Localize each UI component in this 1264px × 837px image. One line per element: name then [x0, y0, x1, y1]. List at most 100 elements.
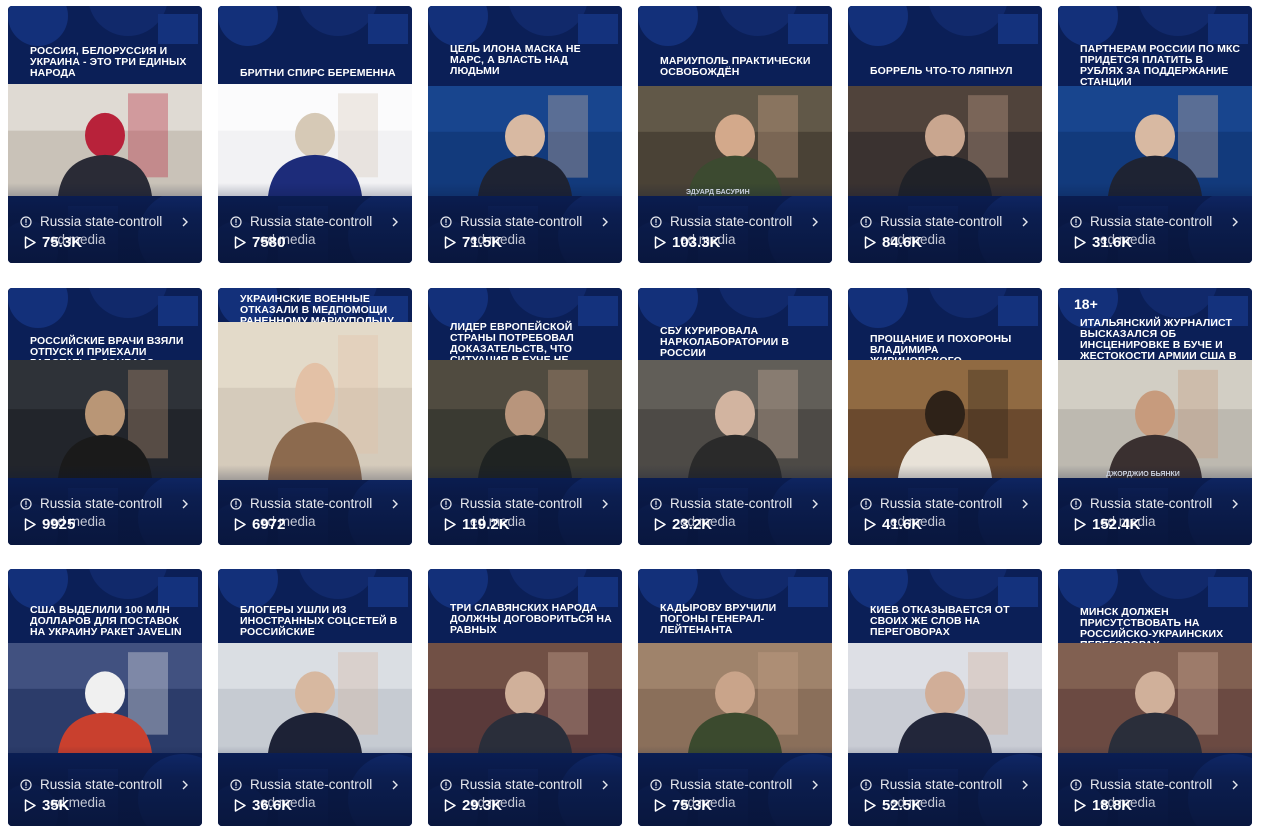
- play-icon: [1074, 799, 1086, 812]
- chevron-right-icon[interactable]: [1230, 497, 1240, 509]
- chevron-right-icon[interactable]: [390, 497, 400, 509]
- video-card[interactable]: МИНСК ДОЛЖЕН ПРИСУТСТВОВАТЬ НА РОССИЙСКО…: [1058, 569, 1252, 826]
- chevron-right-icon[interactable]: [810, 778, 820, 790]
- video-card[interactable]: БОРРЕЛЬ ЧТО-ТО ЛЯПНУЛ Russia state-contr…: [848, 6, 1042, 263]
- state-media-label[interactable]: Russia state-controll: [440, 775, 610, 793]
- info-circle-icon: [1070, 497, 1082, 510]
- video-card[interactable]: ЦЕЛЬ ИЛОНА МАСКА НЕ МАРС, А ВЛАСТЬ НАД Л…: [428, 6, 622, 263]
- view-count: 103.3K: [654, 234, 720, 251]
- chevron-right-icon[interactable]: [810, 215, 820, 227]
- chevron-right-icon[interactable]: [600, 497, 610, 509]
- state-media-label[interactable]: Russia state-controll: [860, 212, 1030, 230]
- video-card[interactable]: США ВЫДЕЛИЛИ 100 МЛН ДОЛЛАРОВ ДЛЯ ПОСТАВ…: [8, 569, 202, 826]
- view-count: 75.3K: [24, 234, 82, 251]
- video-thumbnail: [638, 360, 832, 478]
- info-circle-icon: [20, 497, 32, 510]
- state-media-label[interactable]: Russia state-controll: [20, 494, 190, 512]
- state-media-label[interactable]: Russia state-controll: [230, 775, 400, 793]
- video-thumbnail: [848, 360, 1042, 478]
- video-card[interactable]: КИЕВ ОТКАЗЫВАЕТСЯ ОТ СВОИХ ЖЕ СЛОВ НА ПЕ…: [848, 569, 1042, 826]
- state-media-label[interactable]: Russia state-controll: [1070, 494, 1240, 512]
- video-headline: КАДЫРОВУ ВРУЧИЛИ ПОГОНЫ ГЕНЕРАЛ-ЛЕЙТЕНАН…: [660, 602, 777, 636]
- video-thumbnail: [1058, 360, 1252, 478]
- video-card[interactable]: БРИТНИ СПИРС БЕРЕМЕННА Russia state-cont…: [218, 6, 412, 263]
- play-icon: [444, 799, 456, 812]
- info-circle-icon: [1070, 778, 1082, 791]
- chevron-right-icon[interactable]: [180, 497, 190, 509]
- chevron-right-icon[interactable]: [390, 778, 400, 790]
- info-circle-icon: [440, 215, 452, 228]
- video-thumbnail: [638, 86, 832, 196]
- video-headline: БОРРЕЛЬ ЧТО-ТО ЛЯПНУЛ: [870, 65, 1013, 77]
- video-headline: БЛОГЕРЫ УШЛИ ИЗ ИНОСТРАННЫХ СОЦСЕТЕЙ В Р…: [240, 604, 398, 638]
- view-count: 6972: [234, 516, 285, 533]
- video-headline: РОССИЯ, БЕЛОРУССИЯ И УКРАИНА - ЭТО ТРИ Е…: [30, 45, 187, 79]
- chevron-right-icon[interactable]: [1230, 778, 1240, 790]
- play-icon: [444, 518, 456, 531]
- video-thumbnail: [428, 360, 622, 478]
- video-card[interactable]: ПРОЩАНИЕ И ПОХОРОНЫ ВЛАДИМИРА ЖИРИНОВСКО…: [848, 288, 1042, 545]
- video-card[interactable]: ИТАЛЬЯНСКИЙ ЖУРНАЛИСТ ВЫСКАЗАЛСЯ ОБ ИНСЦ…: [1058, 288, 1252, 545]
- state-media-label[interactable]: Russia state-controll: [650, 212, 820, 230]
- video-card[interactable]: РОССИЙСКИЕ ВРАЧИ ВЗЯЛИ ОТПУСК И ПРИЕХАЛИ…: [8, 288, 202, 545]
- video-card[interactable]: ТРИ СЛАВЯНСКИХ НАРОДА ДОЛЖНЫ ДОГОВОРИТЬС…: [428, 569, 622, 826]
- video-headline: США ВЫДЕЛИЛИ 100 МЛН ДОЛЛАРОВ ДЛЯ ПОСТАВ…: [30, 604, 182, 638]
- chevron-right-icon[interactable]: [180, 215, 190, 227]
- chevron-right-icon[interactable]: [1230, 215, 1240, 227]
- state-media-label[interactable]: Russia state-controll: [1070, 775, 1240, 793]
- video-card[interactable]: УКРАИНСКИЕ ВОЕННЫЕ ОТКАЗАЛИ В МЕДПОМОЩИ …: [218, 288, 412, 545]
- state-media-label[interactable]: Russia state-controll: [1070, 212, 1240, 230]
- chevron-right-icon[interactable]: [1020, 778, 1030, 790]
- state-media-label[interactable]: Russia state-controll: [860, 494, 1030, 512]
- video-thumbnail: [428, 643, 622, 753]
- state-media-label[interactable]: Russia state-controll: [650, 494, 820, 512]
- play-icon: [1074, 236, 1086, 249]
- view-count: 18.8K: [1074, 797, 1132, 814]
- video-headline: МАРИУПОЛЬ ПРАКТИЧЕСКИ ОСВОБОЖДЁН: [660, 55, 811, 78]
- play-icon: [864, 799, 876, 812]
- video-card[interactable]: КАДЫРОВУ ВРУЧИЛИ ПОГОНЫ ГЕНЕРАЛ-ЛЕЙТЕНАН…: [638, 569, 832, 826]
- state-media-label[interactable]: Russia state-controll: [440, 494, 610, 512]
- video-card[interactable]: РОССИЯ, БЕЛОРУССИЯ И УКРАИНА - ЭТО ТРИ Е…: [8, 6, 202, 263]
- play-icon: [444, 236, 456, 249]
- video-headline: ПАРТНЕРАМ РОССИИ ПО МКС ПРИДЕТСЯ ПЛАТИТЬ…: [1080, 43, 1241, 88]
- info-circle-icon: [230, 497, 242, 510]
- chevron-right-icon[interactable]: [180, 778, 190, 790]
- state-media-label[interactable]: Russia state-controll: [20, 775, 190, 793]
- video-card[interactable]: БЛОГЕРЫ УШЛИ ИЗ ИНОСТРАННЫХ СОЦСЕТЕЙ В Р…: [218, 569, 412, 826]
- view-count-value: 23.2K: [672, 516, 713, 533]
- chevron-right-icon[interactable]: [390, 215, 400, 227]
- view-count: 152.4K: [1074, 516, 1140, 533]
- state-media-label-text: Russia state-controll: [670, 776, 793, 792]
- info-circle-icon: [860, 497, 872, 510]
- view-count-value: 31.6K: [1092, 234, 1133, 251]
- view-count-value: 152.4K: [1092, 516, 1141, 533]
- play-icon: [864, 518, 876, 531]
- state-media-label[interactable]: Russia state-controll: [20, 212, 190, 230]
- view-count-value: 7580: [252, 234, 286, 251]
- chevron-right-icon[interactable]: [600, 215, 610, 227]
- state-media-label-text: Russia state-controll: [250, 776, 373, 792]
- view-count-value: 36.6K: [252, 797, 293, 814]
- state-media-label-text: Russia state-controll: [460, 213, 583, 229]
- video-card[interactable]: ЛИДЕР ЕВРОПЕЙСКОЙ СТРАНЫ ПОТРЕБОВАЛ ДОКА…: [428, 288, 622, 545]
- state-media-label-text: Russia state-controll: [880, 776, 1003, 792]
- state-media-label[interactable]: Russia state-controll: [230, 212, 400, 230]
- view-count: 9925: [24, 516, 75, 533]
- chevron-right-icon[interactable]: [810, 497, 820, 509]
- play-icon: [24, 518, 36, 531]
- state-media-label[interactable]: Russia state-controll: [440, 212, 610, 230]
- video-thumbnail: [218, 643, 412, 753]
- state-media-label[interactable]: Russia state-controll: [650, 775, 820, 793]
- video-card[interactable]: МАРИУПОЛЬ ПРАКТИЧЕСКИ ОСВОБОЖДЁН ЭДУАРД …: [638, 6, 832, 263]
- state-media-label[interactable]: Russia state-controll: [860, 775, 1030, 793]
- video-grid: РОССИЯ, БЕЛОРУССИЯ И УКРАИНА - ЭТО ТРИ Е…: [0, 0, 1264, 837]
- video-card[interactable]: ПАРТНЕРАМ РОССИИ ПО МКС ПРИДЕТСЯ ПЛАТИТЬ…: [1058, 6, 1252, 263]
- state-media-label[interactable]: Russia state-controll: [230, 494, 400, 512]
- view-count: 84.6K: [864, 234, 922, 251]
- chevron-right-icon[interactable]: [1020, 215, 1030, 227]
- chevron-right-icon[interactable]: [600, 778, 610, 790]
- play-icon: [1074, 518, 1086, 531]
- video-card[interactable]: СБУ КУРИРОВАЛА НАРКОЛАБОРАТОРИИ В РОССИИ…: [638, 288, 832, 545]
- chevron-right-icon[interactable]: [1020, 497, 1030, 509]
